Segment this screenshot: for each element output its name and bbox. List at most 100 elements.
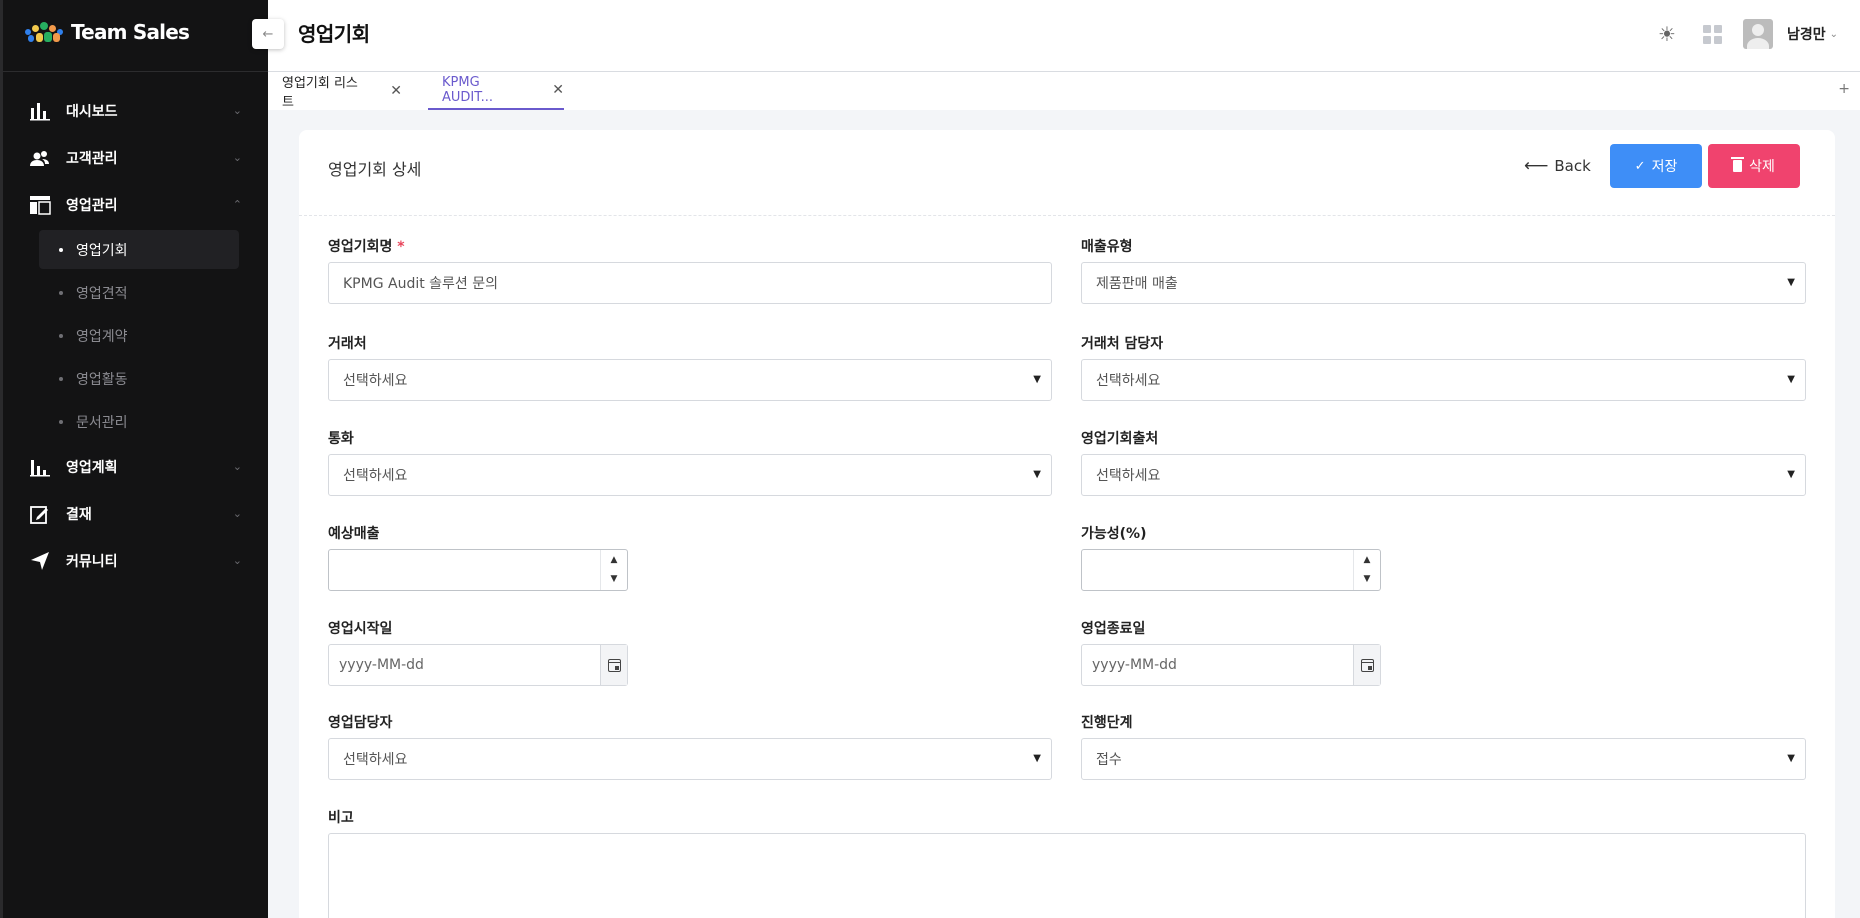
source-select[interactable]: 선택하세요 ▼ <box>1081 454 1806 496</box>
sidebar: Team Sales 대시보드 ⌄ 고객관리 ⌄ 영업관리 ⌃ 영업기회 영업견… <box>0 0 268 918</box>
expected-revenue-input[interactable]: ▲ ▼ <box>328 549 628 591</box>
sidebar-item-sales[interactable]: 영업관리 ⌃ <box>3 181 268 228</box>
sidebar-collapse-button[interactable]: ← <box>252 19 284 49</box>
sidebar-subitem-label: 문서관리 <box>76 414 128 431</box>
back-label: Back <box>1554 157 1591 175</box>
sidebar-subitem-contract[interactable]: 영업계약 <box>3 314 239 357</box>
sidebar-item-approval[interactable]: 결재 ⌄ <box>3 490 268 537</box>
field-label-note: 비고 <box>328 810 354 826</box>
chevron-down-icon: ⌄ <box>232 104 242 117</box>
decrement-icon[interactable]: ▼ <box>1364 570 1371 589</box>
card-title: 영업기회 상세 <box>328 160 422 179</box>
header-actions: ☀ 남경만 ⌄ <box>1647 16 1838 52</box>
tab-label: 영업기회 리스트 <box>282 76 358 110</box>
number-stepper[interactable]: ▲ ▼ <box>1353 550 1380 590</box>
bullet-dot <box>59 247 63 252</box>
start-date-input[interactable]: yyyy-MM-dd <box>328 644 628 686</box>
opportunity-name-input[interactable]: KPMG Audit 솔루션 문의 <box>328 262 1052 304</box>
bullet-dot <box>59 290 63 295</box>
sidebar-item-plan[interactable]: 영업계획 ⌄ <box>3 443 268 490</box>
page-title: 영업기회 <box>298 22 370 46</box>
close-icon[interactable]: ✕ <box>552 82 564 98</box>
sales-type-select[interactable]: 제품판매 매출 ▼ <box>1081 262 1806 304</box>
decrement-icon[interactable]: ▼ <box>611 570 618 589</box>
field-label-sales-type: 매출유형 <box>1081 239 1133 255</box>
required-mark: * <box>397 239 405 255</box>
account-contact-select[interactable]: 선택하세요 ▼ <box>1081 359 1806 401</box>
chevron-down-icon: ⌄ <box>232 460 242 473</box>
avatar[interactable] <box>1742 19 1773 49</box>
sidebar-item-customers[interactable]: 고객관리 ⌄ <box>3 134 268 181</box>
back-button[interactable]: ⟵ Back <box>1524 156 1591 176</box>
tab-label: KPMG AUDIT... <box>442 75 494 105</box>
users-icon <box>28 146 52 170</box>
chevron-up-icon: ⌃ <box>232 198 242 211</box>
brand[interactable]: Team Sales <box>3 0 268 64</box>
currency-select[interactable]: 선택하세요 ▼ <box>328 454 1052 496</box>
sidebar-item-label: 대시보드 <box>66 103 118 120</box>
chevron-down-icon: ⌄ <box>232 554 242 567</box>
edit-icon <box>28 502 52 526</box>
bullet-dot <box>59 419 63 424</box>
number-stepper[interactable]: ▲ ▼ <box>600 550 627 590</box>
trash-icon <box>1731 157 1745 172</box>
user-name[interactable]: 남경만 <box>1787 24 1826 44</box>
bullet-dot <box>59 376 63 381</box>
select-value: 선택하세요 <box>343 373 408 389</box>
bar-chart-icon <box>28 455 52 479</box>
increment-icon[interactable]: ▲ <box>611 551 618 570</box>
brand-name: Team Sales <box>71 20 190 44</box>
select-value: 선택하세요 <box>1096 468 1161 484</box>
apps-grid-icon[interactable] <box>1693 16 1733 52</box>
caret-down-icon: ▼ <box>1787 469 1795 480</box>
select-value: 제품판매 매출 <box>1096 276 1178 292</box>
sidebar-subitem-quote[interactable]: 영업견적 <box>3 271 239 314</box>
save-button[interactable]: ✓ 저장 <box>1610 144 1702 188</box>
stage-select[interactable]: 접수 ▼ <box>1081 738 1806 780</box>
sidebar-subitem-opportunity[interactable]: 영업기회 <box>39 230 239 269</box>
check-icon: ✓ <box>1634 158 1646 174</box>
owner-select[interactable]: 선택하세요 ▼ <box>328 738 1052 780</box>
add-tab-icon[interactable]: + <box>1838 81 1850 97</box>
sidebar-subitem-activity[interactable]: 영업활동 <box>3 357 239 400</box>
chevron-down-icon: ⌄ <box>232 151 242 164</box>
tab-kpmg-audit[interactable]: KPMG AUDIT... ✕ <box>428 72 564 110</box>
sidebar-item-dashboard[interactable]: 대시보드 ⌄ <box>3 87 268 134</box>
theme-toggle-sun-icon[interactable]: ☀ <box>1647 16 1687 52</box>
sidebar-item-label: 커뮤니티 <box>66 553 118 570</box>
tab-opportunity-list[interactable]: 영업기회 리스트 ✕ <box>282 72 402 110</box>
account-select[interactable]: 선택하세요 ▼ <box>328 359 1052 401</box>
select-value: 선택하세요 <box>343 468 408 484</box>
field-label-source: 영업기회출처 <box>1081 431 1159 447</box>
sidebar-item-label: 고객관리 <box>66 150 118 167</box>
sidebar-menu: 대시보드 ⌄ 고객관리 ⌄ 영업관리 ⌃ 영업기회 영업견적 영업계약 영업활동… <box>3 72 268 584</box>
sidebar-subitem-documents[interactable]: 문서관리 <box>3 400 239 443</box>
delete-label: 삭제 <box>1749 159 1775 175</box>
increment-icon[interactable]: ▲ <box>1364 551 1371 570</box>
field-label-start-date: 영업시작일 <box>328 621 393 637</box>
input-value: KPMG Audit 솔루션 문의 <box>343 276 499 292</box>
calendar-icon <box>607 658 621 672</box>
note-textarea[interactable] <box>328 833 1806 918</box>
calendar-button[interactable] <box>600 645 627 685</box>
close-icon[interactable]: ✕ <box>390 83 402 99</box>
arrow-left-icon: ← <box>262 26 274 42</box>
chevron-down-icon: ⌄ <box>232 507 242 520</box>
calendar-icon <box>1360 658 1374 672</box>
field-label-expected-revenue: 예상매출 <box>328 526 380 542</box>
sidebar-item-community[interactable]: 커뮤니티 ⌄ <box>3 537 268 584</box>
caret-down-icon: ▼ <box>1787 277 1795 288</box>
layout-icon <box>28 193 52 217</box>
date-placeholder: yyyy-MM-dd <box>339 657 424 673</box>
probability-input[interactable]: ▲ ▼ <box>1081 549 1381 591</box>
select-value: 선택하세요 <box>343 752 408 768</box>
field-label-probability: 가능성(%) <box>1081 526 1147 542</box>
calendar-button[interactable] <box>1353 645 1380 685</box>
delete-button[interactable]: 삭제 <box>1708 144 1800 188</box>
save-label: 저장 <box>1651 159 1678 175</box>
end-date-input[interactable]: yyyy-MM-dd <box>1081 644 1381 686</box>
select-value: 접수 <box>1096 752 1122 768</box>
bar-chart-icon <box>28 99 52 123</box>
chevron-down-icon[interactable]: ⌄ <box>1830 29 1838 40</box>
send-icon <box>28 549 52 573</box>
